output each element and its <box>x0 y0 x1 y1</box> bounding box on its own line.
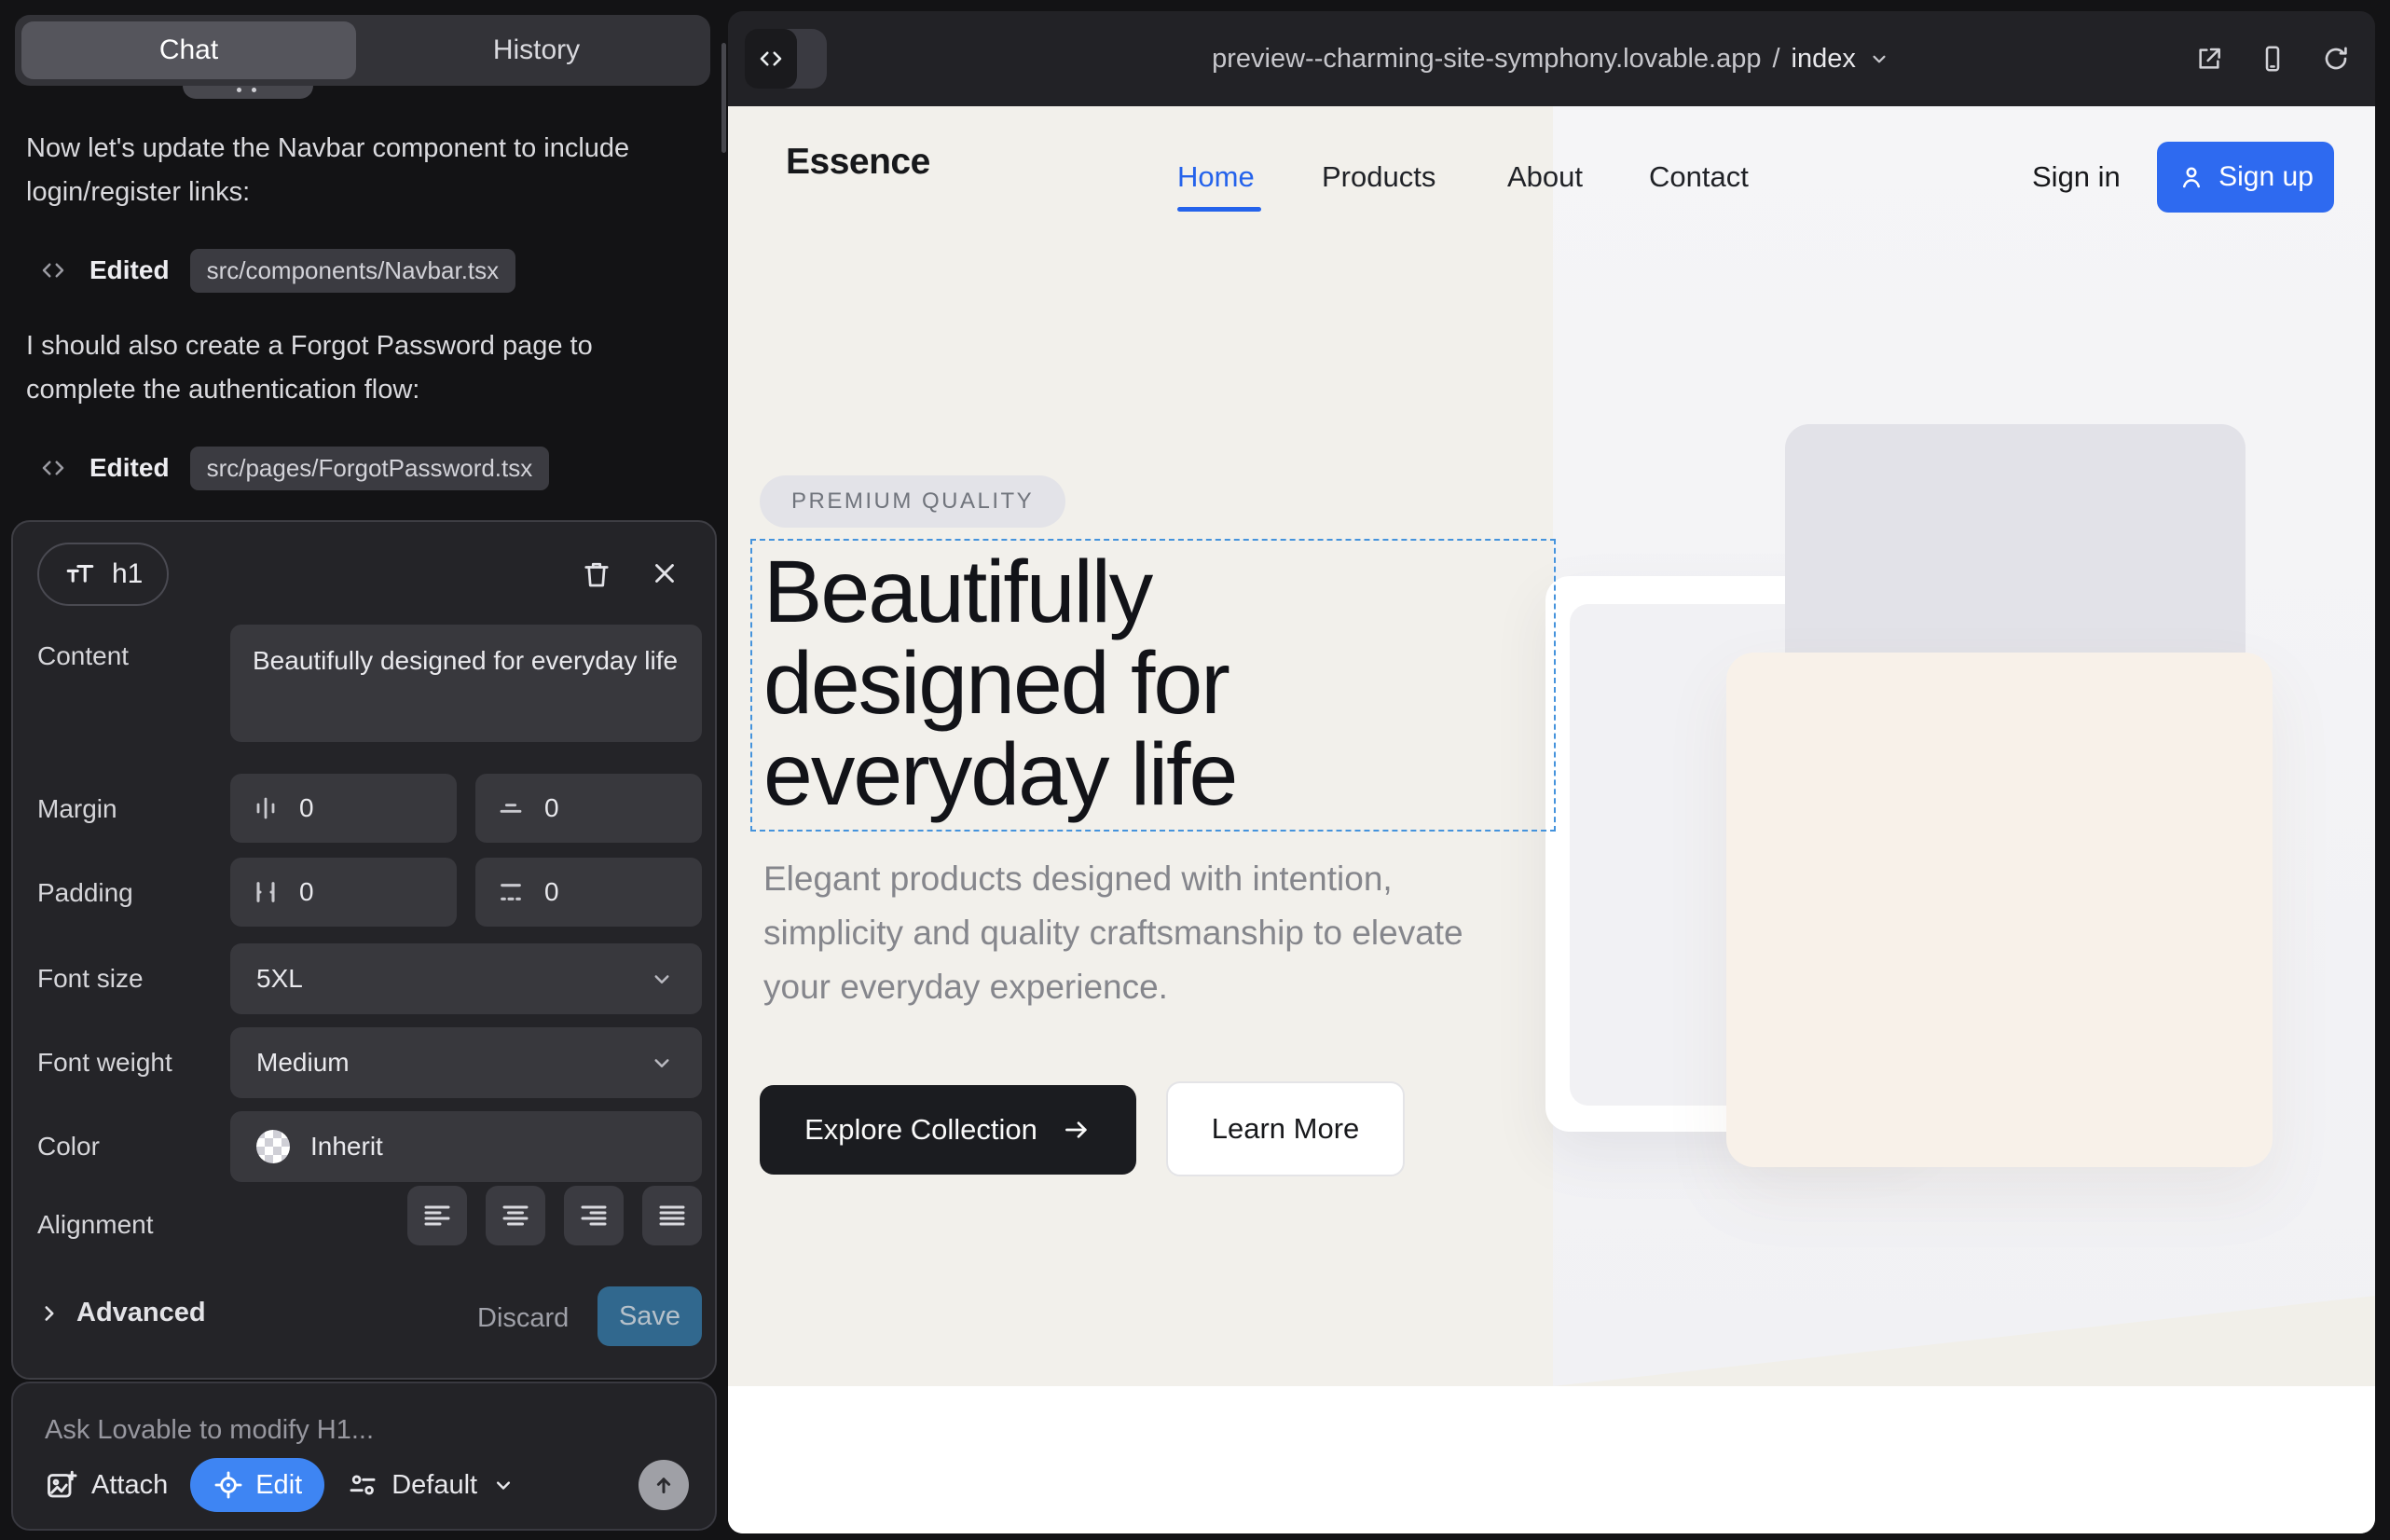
edited-file-row: Edited src/pages/ForgotPassword.tsx <box>37 446 549 490</box>
typography-icon <box>63 558 97 590</box>
site-canvas: Essence Home Products About Contact Sign… <box>728 106 2375 1533</box>
url-domain: preview--charming-site-symphony.lovable.… <box>1212 44 1761 75</box>
chat-history-tabs: Chat History <box>15 15 710 86</box>
attach-button[interactable]: Attach <box>45 1468 168 1502</box>
advanced-toggle[interactable]: Advanced <box>37 1298 206 1328</box>
learn-more-button[interactable]: Learn More <box>1166 1081 1405 1176</box>
chevron-down-icon <box>1867 47 1891 71</box>
margin-label: Margin <box>37 794 117 824</box>
nav-active-underline <box>1177 207 1261 212</box>
delete-element-button[interactable] <box>580 557 613 591</box>
next-section-background <box>728 1386 2375 1533</box>
lovable-editor: Chat History Now let's update the Navbar… <box>0 0 2390 1540</box>
nav-link-contact[interactable]: Contact <box>1649 160 1749 194</box>
assistant-message: I should also create a Forgot Password p… <box>26 324 694 412</box>
refresh-icon[interactable] <box>2321 44 2351 74</box>
chat-sidebar: Chat History Now let's update the Navbar… <box>0 0 728 1540</box>
content-input[interactable]: Beautifully designed for everyday life <box>230 625 702 742</box>
preview-window: preview--charming-site-symphony.lovable.… <box>728 11 2375 1533</box>
selected-element-tag[interactable]: h1 <box>37 543 169 606</box>
mobile-view-icon[interactable] <box>2258 44 2287 74</box>
chevron-down-icon <box>648 1049 676 1077</box>
sidebar-scrollbar[interactable] <box>721 43 726 153</box>
tab-history[interactable]: History <box>369 21 704 79</box>
tab-chat[interactable]: Chat <box>21 21 356 79</box>
edited-file-row: Edited src/components/Navbar.tsx <box>37 248 515 293</box>
mode-selector[interactable]: Default <box>347 1469 516 1501</box>
attach-image-icon <box>45 1468 78 1502</box>
composer-placeholder[interactable]: Ask Lovable to modify H1... <box>45 1415 374 1446</box>
content-label: Content <box>37 641 129 671</box>
nav-link-products[interactable]: Products <box>1322 160 1435 194</box>
margin-y-input[interactable]: 0 <box>475 774 702 843</box>
hero-subtext: Elegant products designed with intention… <box>763 852 1528 1014</box>
margin-x-input[interactable]: 0 <box>230 774 457 843</box>
premium-quality-badge: PREMIUM QUALITY <box>760 475 1065 528</box>
align-left-button[interactable] <box>407 1186 467 1245</box>
edited-label: Edited <box>89 255 170 285</box>
url-separator: / <box>1772 44 1779 75</box>
discard-button[interactable]: Discard <box>477 1303 569 1334</box>
chevron-down-icon <box>490 1472 516 1498</box>
arrow-right-icon <box>1062 1115 1092 1145</box>
align-right-button[interactable] <box>564 1186 624 1245</box>
save-button[interactable]: Save <box>598 1286 702 1346</box>
font-weight-select[interactable]: Medium <box>230 1027 702 1098</box>
open-in-new-tab-icon[interactable] <box>2194 44 2224 74</box>
sliders-icon <box>347 1469 378 1501</box>
edit-mode-button[interactable]: Edit <box>190 1458 324 1512</box>
chat-composer[interactable]: Ask Lovable to modify H1... Attach Edit <box>11 1382 717 1531</box>
margin-horizontal-icon <box>251 793 281 823</box>
explore-collection-button[interactable]: Explore Collection <box>760 1085 1136 1175</box>
nav-link-home[interactable]: Home <box>1177 160 1255 194</box>
padding-y-input[interactable]: 0 <box>475 858 702 927</box>
preview-toolbar: preview--charming-site-symphony.lovable.… <box>728 11 2375 106</box>
chevron-right-icon <box>37 1301 62 1326</box>
code-icon <box>37 454 69 482</box>
padding-vertical-icon <box>496 877 526 907</box>
font-weight-label: Font weight <box>37 1048 172 1078</box>
align-center-button[interactable] <box>486 1186 545 1245</box>
color-select[interactable]: Inherit <box>230 1111 702 1182</box>
scrolled-chip-partial <box>183 86 313 99</box>
decorative-card-peach <box>1726 653 2273 1167</box>
element-selection-outline <box>750 539 1556 832</box>
margin-vertical-icon <box>496 793 526 823</box>
file-chip[interactable]: src/components/Navbar.tsx <box>190 249 516 293</box>
padding-horizontal-icon <box>251 877 281 907</box>
sign-up-button[interactable]: Sign up <box>2157 142 2334 213</box>
color-label: Color <box>37 1132 100 1162</box>
sign-in-link[interactable]: Sign in <box>2032 160 2121 194</box>
site-logo[interactable]: Essence <box>786 142 930 183</box>
element-tag-label: h1 <box>112 558 143 590</box>
alignment-label: Alignment <box>37 1210 154 1240</box>
chevron-down-icon <box>648 965 676 993</box>
padding-label: Padding <box>37 878 133 908</box>
url-bar[interactable]: preview--charming-site-symphony.lovable.… <box>728 11 2375 106</box>
padding-x-input[interactable]: 0 <box>230 858 457 927</box>
element-inspector-panel: h1 Content Beautifully designed for ever… <box>11 520 717 1380</box>
send-button[interactable] <box>639 1460 689 1510</box>
arrow-up-icon <box>650 1471 678 1499</box>
color-swatch <box>256 1130 290 1163</box>
nav-link-about[interactable]: About <box>1507 160 1583 194</box>
close-inspector-icon[interactable] <box>649 557 680 589</box>
align-justify-button[interactable] <box>642 1186 702 1245</box>
font-size-label: Font size <box>37 964 144 994</box>
edited-label: Edited <box>89 453 170 483</box>
code-icon <box>37 256 69 284</box>
url-page: index <box>1792 44 1856 75</box>
font-size-select[interactable]: 5XL <box>230 943 702 1014</box>
target-icon <box>213 1469 244 1501</box>
file-chip[interactable]: src/pages/ForgotPassword.tsx <box>190 447 550 490</box>
assistant-message: Now let's update the Navbar component to… <box>26 127 694 214</box>
person-icon <box>2177 163 2205 191</box>
